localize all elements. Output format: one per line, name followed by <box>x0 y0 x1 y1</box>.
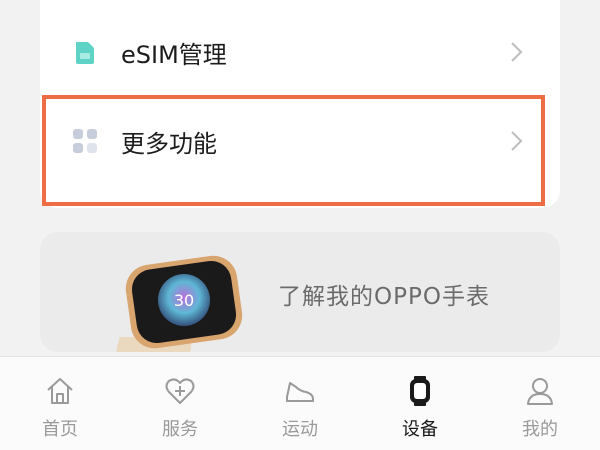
tab-device[interactable]: 设备 <box>360 357 480 450</box>
esim-label: eSIM管理 <box>121 40 227 69</box>
sim-card-icon <box>76 42 94 64</box>
more-features-label: 更多功能 <box>121 129 217 158</box>
shoe-icon <box>286 382 314 402</box>
tab-label: 我的 <box>522 419 558 440</box>
tab-label: 首页 <box>42 419 78 440</box>
tab-services[interactable]: 服务 <box>120 357 240 450</box>
tab-me[interactable]: 我的 <box>480 357 600 450</box>
person-icon <box>527 378 553 405</box>
bottom-tabbar: 首页 服务 运动 设备 我的 <box>0 356 600 450</box>
heart-plus-icon <box>165 378 195 404</box>
banner-text: 了解我的OPPO手表 <box>278 284 490 310</box>
tab-label: 运动 <box>282 419 318 440</box>
tab-label: 服务 <box>162 419 198 440</box>
settings-row-esim[interactable]: eSIM管理 <box>40 7 560 97</box>
tab-sports[interactable]: 运动 <box>240 357 360 450</box>
watch-icon <box>410 376 430 406</box>
watch-image: 30 <box>116 255 243 352</box>
watch-banner[interactable]: 30 了解我的OPPO手表 <box>40 232 560 352</box>
settings-card: eSIM管理 更多功能 <box>40 0 560 208</box>
watch-time: 30 <box>174 291 194 310</box>
tab-home[interactable]: 首页 <box>0 357 120 450</box>
home-icon <box>47 378 73 404</box>
device-page: eSIM管理 更多功能 30 了解我的OPPO手表 首页 服务 运动 设备 我的 <box>0 0 600 450</box>
grid-apps-icon <box>73 129 97 153</box>
chevron-right-icon <box>511 131 523 151</box>
settings-row-more-features[interactable]: 更多功能 <box>40 96 560 186</box>
tab-label: 设备 <box>402 419 438 440</box>
chevron-right-icon <box>511 42 523 62</box>
